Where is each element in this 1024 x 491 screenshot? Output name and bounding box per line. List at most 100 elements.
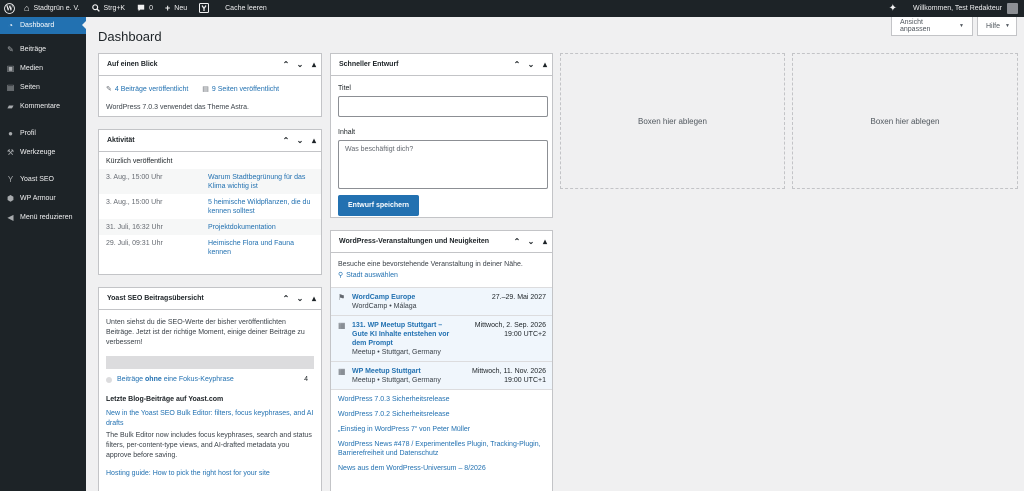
shield-icon: ⬢ [7,194,14,203]
activity-widget: Aktivität ⌃ ⌄ ▴ Kürzlich veröffentlicht … [98,129,322,275]
empty-drop-zone[interactable]: Boxen hier ablegen [792,53,1018,189]
location-pin-icon: ⚲ [338,272,344,279]
help-button[interactable]: Hilfe ▼ [977,17,1017,36]
content-label: Inhalt [338,129,356,136]
dashboard-icon: ◔ [8,21,13,30]
move-down-icon[interactable]: ⌄ [524,237,538,246]
screen-options-button[interactable]: Ansicht anpassen ▼ [891,17,973,36]
clear-cache-button[interactable]: Cache leeren [219,0,273,17]
sidebar-collapse-menu[interactable]: ◀ Menü reduzieren [0,210,86,225]
news-link[interactable]: WordPress 7.0.2 Sicherheitsrelease [338,410,545,419]
sparkle-icon: ✦ [888,2,898,14]
widget-header: WordPress-Veranstaltungen und Neuigkeite… [331,231,552,253]
sidebar-item-pages[interactable]: ▤ Seiten [0,80,86,95]
event-link[interactable]: 131. WP Meetup Stuttgart – Gute KI Inhal… [352,321,456,348]
pin-icon: ✎ [106,86,112,93]
widget-header: Yoast SEO Beitragsübersicht ⌃ ⌄ ▴ [99,288,321,310]
yoast-blog-post-link[interactable]: Hosting guide: How to pick the right hos… [106,469,314,479]
move-up-icon[interactable]: ⌃ [279,60,293,69]
events-and-news-widget: WordPress-Veranstaltungen und Neuigkeite… [330,230,553,491]
move-up-icon[interactable]: ⌃ [510,237,524,246]
table-row: 29. Juli, 09:31 Uhr Heimische Flora und … [106,235,314,260]
sidebar-item-yoast-seo[interactable]: Y Yoast SEO [0,172,86,187]
my-account-menu[interactable]: Willkommen, Test Redakteur [907,0,1024,17]
quick-draft-widget: Schneller Entwurf ⌃ ⌄ ▴ Titel Inhalt Was… [330,53,553,218]
draft-title-input[interactable] [338,96,548,117]
toggle-panel-icon[interactable]: ▴ [307,60,321,69]
news-link[interactable]: „Einstieg in WordPress 7“ von Peter Müll… [338,425,545,434]
widget-header: Schneller Entwurf ⌃ ⌄ ▴ [331,54,552,76]
empty-drop-zone[interactable]: Boxen hier ablegen [560,53,785,189]
post-link[interactable]: Projektdokumentation [208,223,276,232]
post-link[interactable]: 5 heimische Wildpflanzen, die du kennen … [208,198,314,216]
status-dot-icon [106,376,112,383]
at-a-glance-widget: Auf einen Blick ⌃ ⌄ ▴ ✎ 4 Beiträge veröff… [98,53,322,117]
table-row: 3. Aug., 15:00 Uhr 5 heimische Wildpflan… [106,194,314,219]
new-content-button[interactable]: + Neu [159,0,193,17]
search-icon [91,3,100,14]
home-icon: ⌂ [24,3,30,13]
event-link[interactable]: WP Meetup Stuttgart [352,367,460,376]
table-row: 31. Juli, 16:32 Uhr Projektdokumentation [99,219,321,235]
user-icon: ● [8,129,13,138]
seo-score-row: Beiträge ohne eine Fokus-Keyphrase 4 [106,376,314,383]
move-up-icon[interactable]: ⌃ [279,294,293,303]
wrench-icon: ⚒ [6,148,15,157]
sidebar-item-tools[interactable]: ⚒ Werkzeuge [0,145,86,160]
sidebar-item-media[interactable]: ▣ Medien [0,61,86,76]
yoast-blog-post-link[interactable]: New in the Yoast SEO Bulk Editor: filter… [106,409,314,429]
pages-count-link[interactable]: ▤ 9 Seiten veröffentlicht [202,85,279,93]
news-list: WordPress 7.0.3 Sicherheitsrelease WordP… [331,390,552,484]
event-link[interactable]: WordCamp Europe [352,293,460,302]
collapse-icon: ◀ [7,213,14,222]
toggle-panel-icon[interactable]: ▴ [538,60,552,69]
sidebar-item-wp-armour[interactable]: ⬢ WP Armour [0,191,86,206]
pin-icon: ✎ [7,45,14,54]
pages-icon: ▤ [6,83,15,92]
move-down-icon[interactable]: ⌄ [293,294,307,303]
events-intro: Besuche eine bevorstehende Veranstaltung… [338,261,523,268]
move-down-icon[interactable]: ⌄ [524,60,538,69]
yoast-icon [199,2,210,15]
site-name-link[interactable]: ⌂ Stadtgrün e. V. [18,0,86,17]
ai-sparkle-button[interactable]: ✦ [883,0,907,17]
pages-icon: ▤ [202,86,209,93]
sidebar-item-posts[interactable]: ✎ Beiträge [0,42,86,57]
seo-score-bar [106,356,314,369]
caret-down-icon: ▼ [1005,23,1010,29]
comments-link[interactable]: 0 [131,0,159,17]
move-up-icon[interactable]: ⌃ [510,60,524,69]
move-down-icon[interactable]: ⌄ [293,60,307,69]
save-draft-button[interactable]: Entwurf speichern [338,195,420,216]
title-label: Titel [338,85,351,92]
post-link[interactable]: Warum Stadtbegrünung für das Klima wicht… [208,173,314,191]
table-row: 3. Aug., 15:00 Uhr Warum Stadtbegrünung … [99,169,321,194]
news-link[interactable]: WordPress News #478 / Experimentelles Pl… [338,440,545,458]
command-palette-button[interactable]: Strg+K [86,0,132,17]
toggle-panel-icon[interactable]: ▴ [538,237,552,246]
toggle-panel-icon[interactable]: ▴ [307,136,321,145]
toggle-panel-icon[interactable]: ▴ [307,294,321,303]
wordpress-logo-icon[interactable]: W [0,0,18,17]
meetup-icon: ▦ [338,321,346,330]
move-down-icon[interactable]: ⌄ [293,136,307,145]
draft-content-textarea[interactable]: Was beschäftigt dich? [338,140,548,189]
page-title: Dashboard [98,29,162,44]
move-up-icon[interactable]: ⌃ [279,136,293,145]
caret-down-icon: ▼ [959,23,964,29]
comment-bubble-icon [137,4,145,14]
widget-header: Auf einen Blick ⌃ ⌄ ▴ [99,54,321,76]
news-link[interactable]: News aus dem WordPress-Universum – 8/202… [338,464,545,473]
sidebar-item-comments[interactable]: ▰ Kommentare [0,99,86,114]
sidebar-item-profile[interactable]: ● Profil [0,126,86,141]
sidebar-item-dashboard[interactable]: ◔ Dashboard [0,17,86,34]
select-city-link[interactable]: ⚲ Stadt auswählen [338,272,398,279]
news-link[interactable]: WordPress 7.0.3 Sicherheitsrelease [338,395,545,404]
events-list: ⚑ WordCamp Europe WordCamp • Málaga 27.–… [331,287,552,390]
posts-count-link[interactable]: ✎ 4 Beiträge veröffentlicht [106,85,188,93]
media-icon: ▣ [6,64,15,73]
posts-without-keyphrase-link[interactable]: Beiträge ohne eine Fokus-Keyphrase [117,376,234,383]
post-link[interactable]: Heimische Flora und Fauna kennen [208,239,314,257]
yoast-adminbar-button[interactable] [193,0,219,17]
list-item: ▦ WP Meetup Stuttgart Meetup • Stuttgart… [331,362,552,390]
